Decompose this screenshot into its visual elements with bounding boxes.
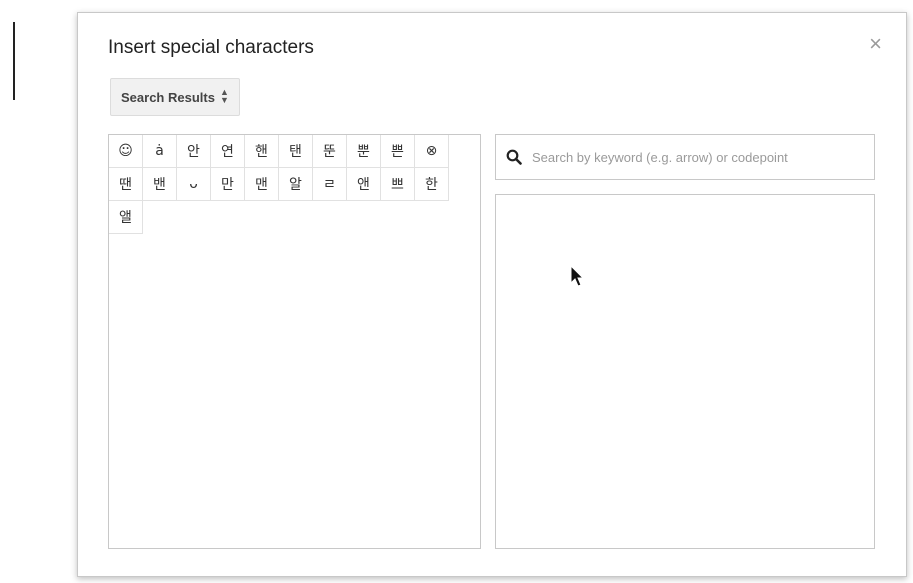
insert-special-characters-dialog: Insert special characters × Search Resul… xyxy=(77,12,907,577)
character-cell[interactable]: 앤 xyxy=(347,168,381,201)
character-results-panel: ☺ ȧ 안 연 핸 탠 뚠 뿐 쁜 ⊗ 땐 밴 ᴗ 만 맨 알 ㄹ 앤 쁘 한앨 xyxy=(108,134,481,549)
character-cell[interactable]: ㄹ xyxy=(313,168,347,201)
character-cell[interactable]: ⊗ xyxy=(415,135,449,168)
character-cell[interactable]: 쁜 xyxy=(381,135,415,168)
dialog-title: Insert special characters xyxy=(108,37,314,58)
character-cell[interactable]: 한 xyxy=(415,168,449,201)
character-cell[interactable]: 뚠 xyxy=(313,135,347,168)
character-cell[interactable]: 앨 xyxy=(109,201,143,234)
character-cell[interactable]: ȧ xyxy=(143,135,177,168)
character-cell[interactable]: 땐 xyxy=(109,168,143,201)
character-cell[interactable]: 쁘 xyxy=(381,168,415,201)
search-icon xyxy=(506,149,522,165)
arrow-down-icon: ▼ xyxy=(219,95,229,105)
character-preview-panel xyxy=(495,194,875,549)
character-cell[interactable]: 안 xyxy=(177,135,211,168)
sort-arrows-icon: ▲ ▼ xyxy=(219,88,229,105)
character-cell[interactable]: 연 xyxy=(211,135,245,168)
character-cell[interactable]: 뿐 xyxy=(347,135,381,168)
character-cell[interactable]: ᴗ xyxy=(177,168,211,201)
character-cell[interactable]: ☺ xyxy=(109,135,143,168)
mouse-pointer-icon xyxy=(570,265,585,287)
document-text-caret xyxy=(13,22,15,100)
character-cell[interactable]: 맨 xyxy=(245,168,279,201)
character-cell[interactable]: 만 xyxy=(211,168,245,201)
character-cell[interactable]: 핸 xyxy=(245,135,279,168)
category-dropdown[interactable]: Search Results ▲ ▼ xyxy=(110,78,240,116)
character-grid: ☺ ȧ 안 연 핸 탠 뚠 뿐 쁜 ⊗ 땐 밴 ᴗ 만 맨 알 ㄹ 앤 쁘 한앨 xyxy=(109,135,480,234)
category-dropdown-label: Search Results xyxy=(121,89,215,105)
search-input[interactable] xyxy=(530,148,864,166)
character-cell[interactable]: 밴 xyxy=(143,168,177,201)
character-cell[interactable]: 탠 xyxy=(279,135,313,168)
search-box[interactable] xyxy=(495,134,875,180)
character-cell[interactable]: 알 xyxy=(279,168,313,201)
close-icon[interactable]: × xyxy=(869,33,882,55)
